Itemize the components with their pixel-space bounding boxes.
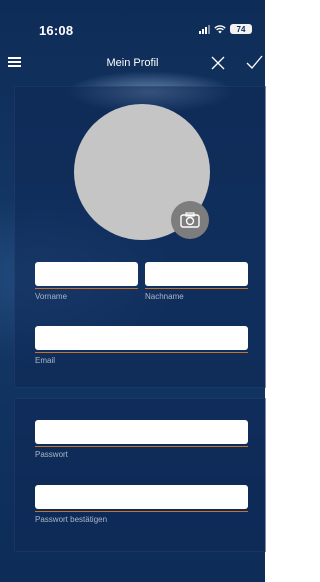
password-input[interactable]	[35, 420, 248, 444]
wifi-icon	[214, 24, 226, 33]
field-underline	[35, 511, 248, 512]
email-field: Email	[35, 326, 248, 365]
password-label: Passwort	[35, 450, 68, 459]
email-input[interactable]	[35, 326, 248, 350]
password-field: Passwort	[35, 420, 248, 459]
last-name-input[interactable]	[145, 262, 248, 286]
confirm-password-field: Passwort bestätigen	[35, 485, 248, 524]
app-header: Mein Profil	[0, 46, 265, 80]
confirm-password-input[interactable]	[35, 485, 248, 509]
field-underline	[35, 288, 138, 289]
checkmark-icon[interactable]	[245, 54, 263, 70]
last-name-field: Nachname	[145, 262, 248, 301]
camera-button[interactable]	[171, 201, 209, 239]
field-underline	[35, 446, 248, 447]
profile-screen: 16:08 74 Mein Profil Vorname Nachname Em…	[0, 0, 266, 582]
camera-icon	[180, 212, 200, 228]
first-name-field: Vorname	[35, 262, 138, 301]
close-icon[interactable]	[210, 55, 226, 71]
email-label: Email	[35, 356, 56, 365]
status-bar: 16:08 74	[0, 0, 265, 46]
status-icons: 74	[199, 24, 252, 34]
confirm-password-label: Passwort bestätigen	[35, 515, 108, 524]
field-underline	[145, 288, 248, 289]
status-time: 16:08	[39, 23, 74, 38]
first-name-input[interactable]	[35, 262, 138, 286]
first-name-label: Vorname	[35, 292, 68, 301]
signal-icon	[199, 24, 210, 34]
field-underline	[35, 352, 248, 353]
battery-icon: 74	[230, 24, 252, 34]
last-name-label: Nachname	[145, 292, 184, 301]
